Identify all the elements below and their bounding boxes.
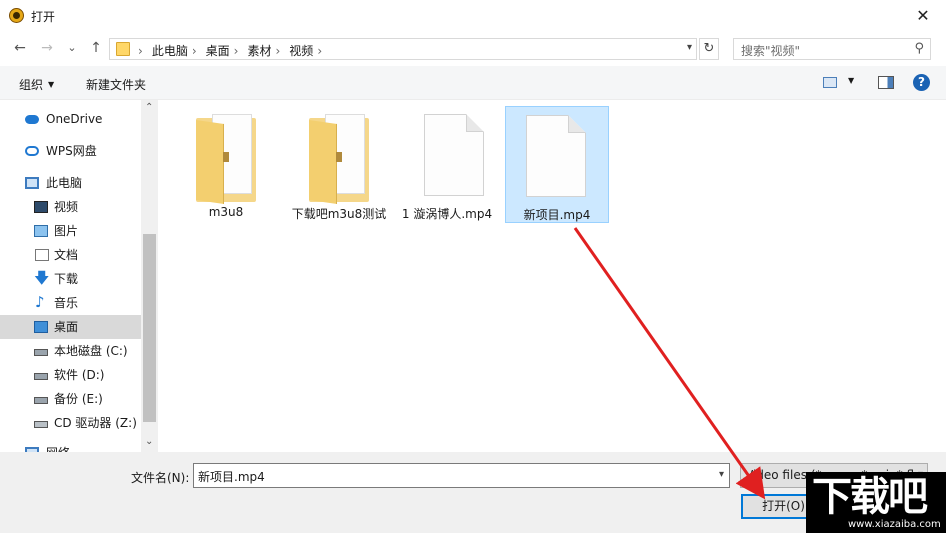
sidebar-item-label: 备份 (E:) bbox=[54, 392, 103, 406]
search-icon[interactable]: ⚲ bbox=[914, 41, 924, 56]
sidebar-item-label: WPS网盘 bbox=[46, 144, 97, 158]
navigation-pane: OneDrive WPS网盘 此电脑 视频 图片 文档 🡇 下载 ♪ 音乐 桌面… bbox=[0, 100, 158, 452]
sidebar-item-pictures[interactable]: 图片 bbox=[0, 219, 141, 243]
onedrive-icon bbox=[25, 115, 39, 124]
chevron-right-icon[interactable]: › bbox=[317, 44, 322, 58]
sidebar-item-label: 图片 bbox=[54, 224, 79, 238]
file-item-download-test[interactable]: 下载吧m3u8测试 bbox=[287, 106, 391, 223]
wps-cloud-icon bbox=[25, 146, 39, 156]
sidebar-item-drive-c[interactable]: 本地磁盘 (C:) bbox=[0, 339, 141, 363]
sidebar-item-wps-cloud[interactable]: WPS网盘 bbox=[0, 139, 141, 163]
sidebar-item-network[interactable]: 网络 bbox=[0, 441, 141, 452]
file-item-label: 1 漩涡博人.mp4 bbox=[401, 207, 493, 221]
sidebar-item-this-pc[interactable]: 此电脑 bbox=[0, 171, 141, 195]
file-item-label: m3u8 bbox=[208, 205, 244, 219]
sidebar-item-label: 视频 bbox=[54, 200, 79, 214]
view-mode-icon[interactable] bbox=[823, 77, 837, 88]
sidebar-item-label: OneDrive bbox=[46, 112, 103, 126]
caret-down-icon: ▼ bbox=[48, 80, 55, 89]
breadcrumb-video[interactable]: 视频 bbox=[289, 42, 313, 59]
breadcrumb-materials[interactable]: 素材 bbox=[247, 42, 271, 59]
organize-label: 组织 bbox=[19, 78, 44, 92]
back-arrow-icon[interactable]: ← bbox=[10, 39, 30, 57]
breadcrumb-this-pc[interactable]: 此电脑 bbox=[152, 42, 188, 59]
chevron-right-icon[interactable]: › bbox=[234, 44, 239, 58]
drive-icon bbox=[34, 349, 48, 356]
sidebar-item-video[interactable]: 视频 bbox=[0, 195, 141, 219]
filename-field[interactable]: 新项目.mp4 ▾ bbox=[193, 463, 730, 488]
dialog-footer: 文件名(N): 新项目.mp4 ▾ Video files (*.wmv, *.… bbox=[0, 452, 946, 533]
filename-label: 文件名(N): bbox=[131, 471, 190, 485]
sidebar-item-music[interactable]: ♪ 音乐 bbox=[0, 291, 141, 315]
sidebar-item-drive-e[interactable]: 备份 (E:) bbox=[0, 387, 141, 411]
download-folder-icon: 🡇 bbox=[34, 269, 50, 287]
sidebar-item-label: 此电脑 bbox=[46, 176, 83, 190]
watermark-title: 下载吧 bbox=[812, 474, 928, 520]
file-item-label: 新项目.mp4 bbox=[523, 208, 591, 222]
organize-button[interactable]: 组织 ▼ bbox=[19, 76, 54, 93]
sidebar-item-label: 软件 (D:) bbox=[54, 368, 105, 382]
scrollbar-thumb[interactable] bbox=[143, 234, 156, 422]
music-folder-icon: ♪ bbox=[35, 293, 45, 311]
sidebar-item-desktop[interactable]: 桌面 bbox=[0, 315, 141, 339]
title-bar: 打开 ✕ bbox=[0, 0, 946, 31]
app-icon bbox=[9, 8, 24, 23]
chevron-right-icon[interactable]: › bbox=[138, 44, 143, 58]
sidebar-item-label: 下载 bbox=[54, 272, 79, 286]
sidebar-item-label: 音乐 bbox=[54, 296, 79, 310]
sidebar-item-drive-z[interactable]: CD 驱动器 (Z:) bbox=[0, 411, 141, 435]
documents-folder-icon bbox=[35, 249, 49, 261]
scroll-up-icon[interactable]: ⌃ bbox=[145, 102, 153, 113]
scroll-down-icon[interactable]: ⌄ bbox=[145, 436, 153, 447]
watermark-url: www.xiazaiba.com bbox=[848, 519, 941, 530]
video-folder-icon bbox=[34, 201, 48, 213]
computer-icon bbox=[25, 177, 39, 189]
file-view: m3u8 下载吧m3u8测试 1 漩涡博人.mp4 新项目.mp4 bbox=[158, 100, 946, 452]
refresh-icon[interactable]: ↻ bbox=[699, 38, 719, 60]
sidebar-item-label: 文档 bbox=[54, 248, 79, 262]
sidebar-item-documents[interactable]: 文档 bbox=[0, 243, 141, 267]
file-item-new-project-mp4[interactable]: 新项目.mp4 bbox=[505, 106, 609, 223]
window-title: 打开 bbox=[31, 10, 56, 24]
search-input[interactable]: 搜索"视频" ⚲ bbox=[733, 38, 931, 60]
chevron-right-icon[interactable]: › bbox=[275, 44, 280, 58]
new-folder-button[interactable]: 新建文件夹 bbox=[86, 76, 146, 93]
breadcrumb-desktop[interactable]: 桌面 bbox=[206, 42, 230, 59]
sidebar-item-label: 桌面 bbox=[54, 320, 79, 334]
sidebar-item-onedrive[interactable]: OneDrive bbox=[0, 107, 141, 131]
up-arrow-icon[interactable]: ↑ bbox=[86, 39, 106, 57]
forward-arrow-icon[interactable]: → bbox=[37, 39, 57, 57]
sidebar-item-drive-d[interactable]: 软件 (D:) bbox=[0, 363, 141, 387]
file-item-m3u8[interactable]: m3u8 bbox=[174, 106, 278, 223]
chevron-down-icon[interactable]: ▾ bbox=[719, 469, 724, 480]
navigation-bar: ← → ⌄ ↑ › 此电脑 › 桌面 › 素材 › 视频 › ▾ ↻ 搜索"视频… bbox=[0, 31, 946, 66]
drive-icon bbox=[34, 397, 48, 404]
desktop-folder-icon bbox=[34, 321, 48, 333]
preview-pane-icon[interactable] bbox=[878, 76, 894, 89]
help-icon[interactable]: ? bbox=[913, 74, 930, 91]
address-bar[interactable]: › 此电脑 › 桌面 › 素材 › 视频 › ▾ bbox=[109, 38, 697, 60]
file-item-boruto-mp4[interactable]: 1 漩涡博人.mp4 bbox=[395, 106, 499, 223]
sidebar-item-label: 本地磁盘 (C:) bbox=[54, 344, 128, 358]
file-item-label: 下载吧m3u8测试 bbox=[291, 207, 387, 221]
close-icon[interactable]: ✕ bbox=[900, 0, 946, 31]
breadcrumb: › 此电脑 › 桌面 › 素材 › 视频 › bbox=[136, 42, 331, 59]
pictures-folder-icon bbox=[34, 225, 48, 237]
filename-value: 新项目.mp4 bbox=[198, 470, 265, 484]
watermark-logo: 下载吧 www.xiazaiba.com bbox=[806, 472, 946, 533]
command-toolbar: 组织 ▼ 新建文件夹 ▼ ? bbox=[0, 66, 946, 100]
caret-down-icon[interactable]: ▼ bbox=[848, 76, 854, 85]
sidebar-item-label: 网络 bbox=[46, 441, 70, 452]
sidebar-scrollbar[interactable]: ⌃ ⌄ bbox=[141, 100, 158, 452]
chevron-down-icon[interactable]: ▾ bbox=[687, 42, 692, 53]
sidebar-item-downloads[interactable]: 🡇 下载 bbox=[0, 267, 141, 291]
chevron-right-icon[interactable]: › bbox=[192, 44, 197, 58]
search-placeholder: 搜索"视频" bbox=[741, 44, 801, 58]
cd-drive-icon bbox=[34, 421, 48, 428]
recent-locations-icon[interactable]: ⌄ bbox=[62, 39, 82, 57]
sidebar-item-label: CD 驱动器 (Z:) bbox=[54, 416, 137, 430]
drive-icon bbox=[34, 373, 48, 380]
folder-icon bbox=[116, 42, 130, 56]
